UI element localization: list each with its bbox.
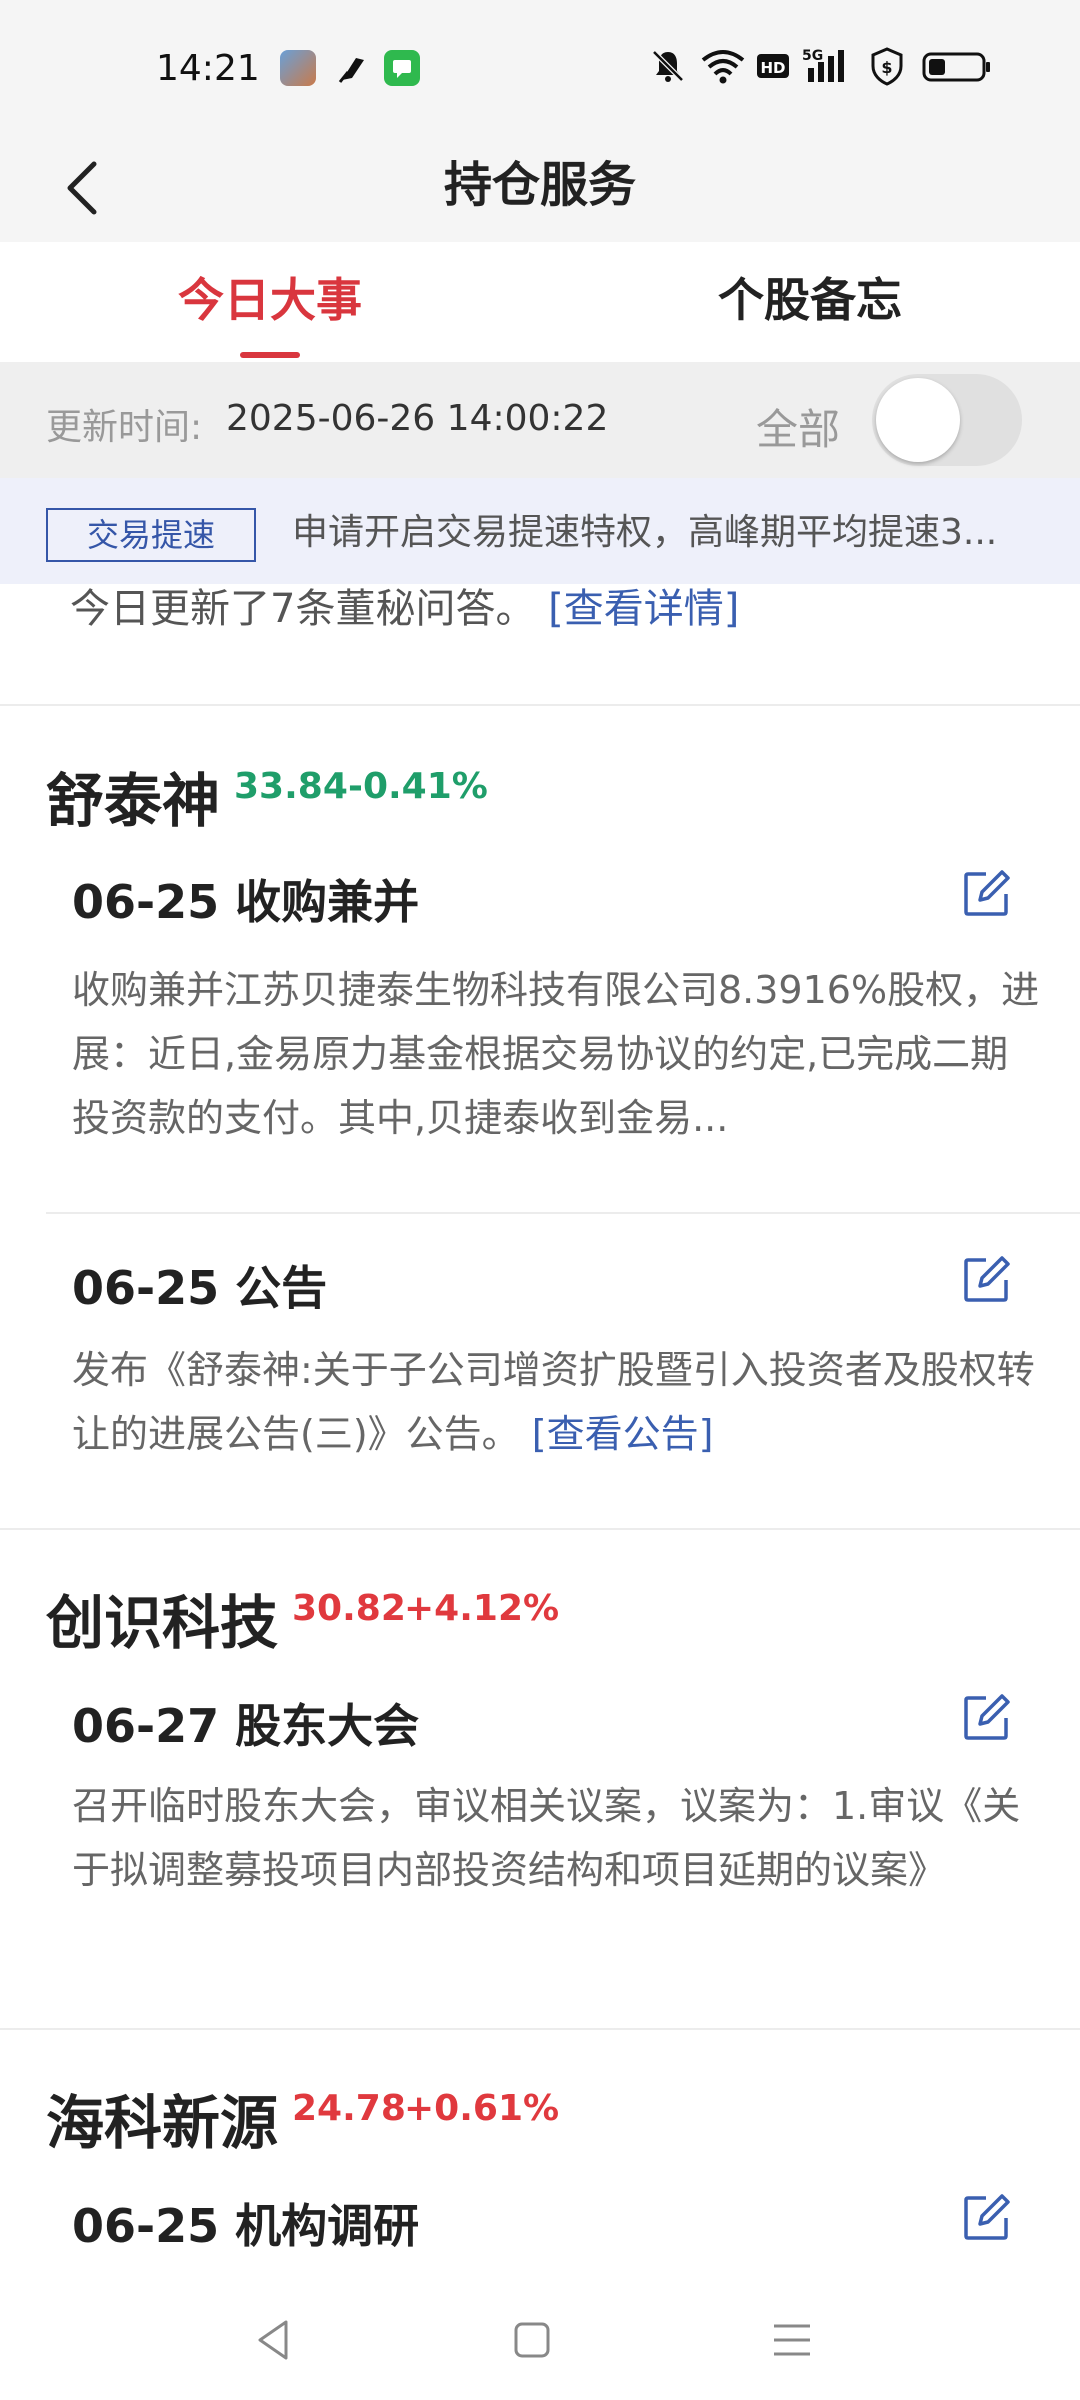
page-title: 持仓服务 bbox=[443, 157, 636, 213]
wifi-icon bbox=[700, 46, 746, 86]
stock-price: 24.78 bbox=[292, 2088, 406, 2129]
stock-name[interactable]: 海科新源 bbox=[46, 2076, 278, 2160]
hd-icon: HD bbox=[756, 46, 790, 86]
back-triangle-icon bbox=[258, 2320, 288, 2360]
section-divider bbox=[0, 2028, 1080, 2030]
messages-app-icon bbox=[384, 50, 420, 86]
edit-note-icon[interactable] bbox=[962, 1694, 1010, 1742]
edit-note-icon[interactable] bbox=[962, 1256, 1010, 1304]
event-title: 06-25 公告 bbox=[72, 1261, 328, 1315]
battery-icon bbox=[922, 46, 992, 86]
status-time: 14:21 bbox=[156, 48, 260, 89]
home-square-icon bbox=[514, 2322, 550, 2358]
partial-event-text: 今日更新了7条董秘问答。 [查看详情] bbox=[70, 584, 1050, 634]
update-row: 更新时间: 2025-06-26 14:00:22 全部 bbox=[0, 362, 1080, 478]
active-tab-indicator bbox=[240, 352, 300, 358]
tab-bar: 今日大事 个股备忘 bbox=[0, 242, 1080, 362]
section-divider bbox=[0, 704, 1080, 706]
event-body: 发布《舒泰神:关于子公司增资扩股暨引入投资者及股权转让的进展公告(三)》公告。 … bbox=[72, 1338, 1042, 1466]
stock-name[interactable]: 创识科技 bbox=[46, 1576, 278, 1660]
stock-price: 30.82 bbox=[292, 1588, 406, 1629]
stock-change: +0.61% bbox=[404, 2088, 560, 2129]
gallery-app-icon bbox=[280, 50, 316, 86]
feather-app-icon bbox=[334, 50, 370, 86]
status-bar: 14:21 HD 5G $ bbox=[0, 0, 1080, 130]
stock-change: +4.12% bbox=[404, 1588, 560, 1629]
view-announcement-link[interactable]: [查看公告] bbox=[532, 1412, 714, 1456]
partial-event-body: 今日更新了7条董秘问答。 bbox=[70, 586, 536, 632]
bell-muted-icon bbox=[648, 46, 688, 86]
event-title: 06-27 股东大会 bbox=[72, 1699, 420, 1753]
svg-text:5G: 5G bbox=[802, 48, 823, 64]
nav-home-button[interactable] bbox=[502, 2310, 562, 2370]
event-title: 06-25 收购兼并 bbox=[72, 875, 420, 929]
nav-menu-button[interactable] bbox=[762, 2310, 822, 2370]
view-details-link[interactable]: [查看详情] bbox=[548, 586, 739, 632]
update-time-label: 更新时间: bbox=[46, 407, 203, 448]
tab-stock-memo[interactable]: 个股备忘 bbox=[540, 242, 1080, 362]
event-title: 06-25 机构调研 bbox=[72, 2199, 420, 2253]
section-divider bbox=[0, 1528, 1080, 1530]
stock-price: 33.84 bbox=[234, 766, 348, 807]
title-bar: 持仓服务 bbox=[0, 130, 1080, 242]
toggle-knob bbox=[876, 378, 960, 462]
promo-banner[interactable]: 交易提速 申请开启交易提速特权，高峰期平均提速3... bbox=[0, 478, 1080, 584]
signal-5g-icon: 5G bbox=[802, 46, 854, 86]
promo-text[interactable]: 申请开启交易提速特权，高峰期平均提速3... bbox=[292, 508, 1042, 558]
svg-text:HD: HD bbox=[760, 59, 785, 77]
filter-all-toggle[interactable] bbox=[872, 374, 1022, 466]
nav-back-button[interactable] bbox=[244, 2310, 304, 2370]
vpn-shield-icon: $ bbox=[870, 46, 904, 86]
edit-note-icon[interactable] bbox=[962, 870, 1010, 918]
promo-badge[interactable]: 交易提速 bbox=[46, 508, 256, 562]
update-time-value: 2025-06-26 14:00:22 bbox=[226, 398, 609, 439]
tab-today-events[interactable]: 今日大事 bbox=[0, 242, 540, 362]
edit-note-icon[interactable] bbox=[962, 2194, 1010, 2242]
filter-all-label: 全部 bbox=[756, 405, 841, 454]
svg-text:$: $ bbox=[881, 58, 892, 77]
event-body: 召开临时股东大会，审议相关议案，议案为：1.审议《关于拟调整募投项目内部投资结构… bbox=[72, 1784, 1021, 1892]
event-body: 收购兼并江苏贝捷泰生物科技有限公司8.3916%股权，进展：近日,金易原力基金根… bbox=[72, 968, 1040, 1140]
stock-name[interactable]: 舒泰神 bbox=[46, 754, 220, 838]
menu-lines-icon bbox=[774, 2324, 810, 2356]
stock-change: -0.41% bbox=[348, 766, 488, 807]
system-nav-bar bbox=[0, 2280, 1080, 2400]
event-divider bbox=[46, 1212, 1080, 1214]
